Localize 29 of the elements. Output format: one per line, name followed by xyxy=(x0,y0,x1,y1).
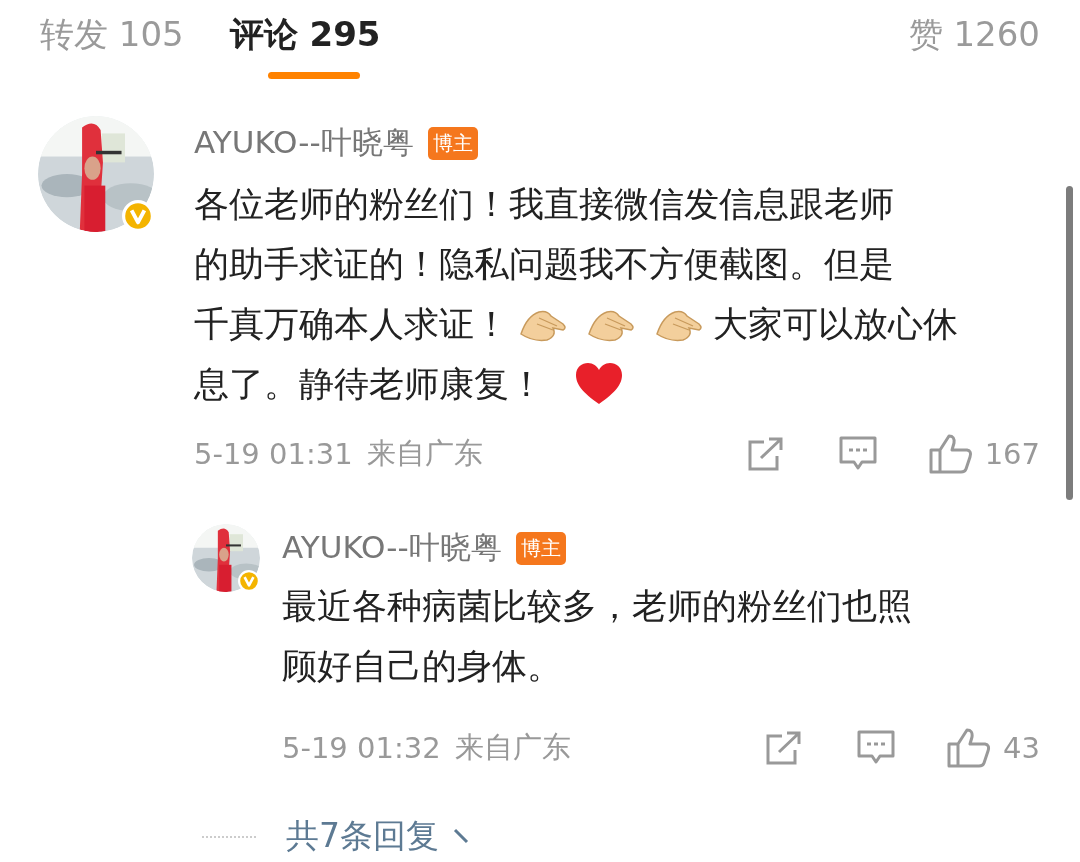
blogger-badge: 博主 xyxy=(515,531,566,565)
comment-text: 千真万确本人求证！ xyxy=(194,303,509,346)
like-icon[interactable] xyxy=(928,434,973,474)
comment-text: 大家可以放心休 xyxy=(713,303,958,346)
author-name[interactable]: AYUKO--叶晓粤 xyxy=(194,122,414,164)
location: 来自广东 xyxy=(454,729,571,766)
tab[interactable]: 评论 295 xyxy=(229,0,381,80)
comment-text: 最近各种病菌比较多，老师的粉丝们也照 xyxy=(282,585,912,628)
timestamp: 5-19 01:32 xyxy=(282,731,441,765)
timestamp: 5-19 01:31 xyxy=(194,437,353,471)
share-icon[interactable] xyxy=(765,730,804,766)
comment-icon[interactable] xyxy=(857,730,896,766)
location: 来自广东 xyxy=(366,435,483,472)
comment-text: 各位老师的粉丝们！我直接微信发信息跟老师 xyxy=(194,183,894,226)
comment-text: 的助手求证的！隐私问题我不方便截图。但是 xyxy=(194,243,894,286)
like-count: 43 xyxy=(1003,731,1040,765)
heart-icon xyxy=(574,362,624,406)
comment-icon[interactable] xyxy=(838,436,877,472)
comment-text: 顾好自己的身体。 xyxy=(282,645,562,688)
dotted-line xyxy=(202,835,256,838)
blogger-badge: 博主 xyxy=(427,126,478,160)
tab[interactable]: 转发 105 xyxy=(40,0,184,80)
tab[interactable]: 赞 1260 xyxy=(908,0,1040,80)
more-replies-link[interactable]: 共7条回复 xyxy=(286,814,439,859)
like-count: 167 xyxy=(984,437,1040,471)
like-icon[interactable] xyxy=(947,728,992,768)
author-name[interactable]: AYUKO--叶晓粤 xyxy=(282,527,502,569)
share-icon[interactable] xyxy=(746,436,785,472)
comment-text: 息了。静待老师康复！ xyxy=(194,363,544,406)
